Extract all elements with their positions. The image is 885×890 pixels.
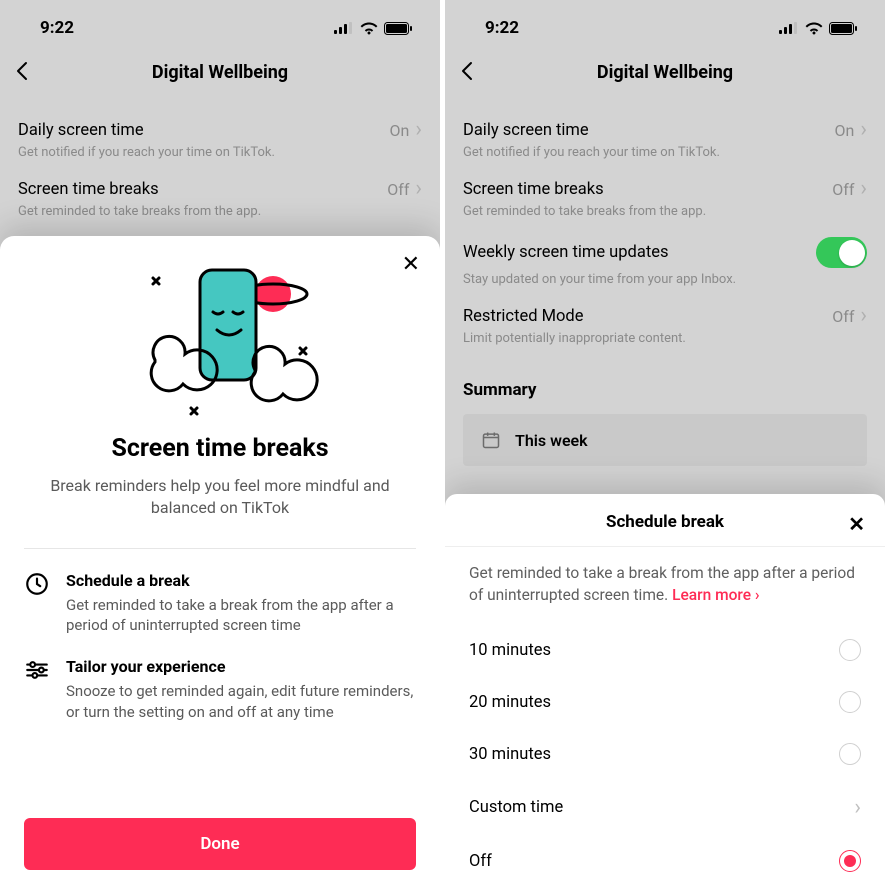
feature-schedule-break: Schedule a break Get reminded to take a … bbox=[24, 571, 416, 636]
row-value: Off bbox=[832, 180, 854, 199]
option-label: 30 minutes bbox=[469, 745, 551, 764]
summary-heading: Summary bbox=[445, 346, 885, 408]
radio-unchecked-icon bbox=[839, 691, 861, 713]
row-subtitle: Stay updated on your time from your app … bbox=[463, 272, 867, 287]
modal-schedule-break: Schedule break ✕ Get reminded to take a … bbox=[445, 494, 885, 890]
wifi-icon bbox=[805, 22, 823, 35]
option-label: 10 minutes bbox=[469, 641, 551, 660]
setting-screen-time-breaks[interactable]: Screen time breaks Off › Get reminded to … bbox=[0, 160, 440, 219]
screen-left: 9:22 Digital Wellbeing Daily screen time… bbox=[0, 0, 440, 890]
chevron-left-icon bbox=[461, 61, 473, 81]
close-button[interactable]: ✕ bbox=[848, 512, 865, 536]
chevron-right-icon: › bbox=[854, 795, 861, 820]
feature-title: Tailor your experience bbox=[66, 657, 416, 676]
setting-weekly-updates[interactable]: Weekly screen time updates Stay updated … bbox=[445, 219, 885, 287]
row-label: Daily screen time bbox=[463, 121, 589, 140]
option-off[interactable]: Off bbox=[445, 835, 885, 887]
nav-header: Digital Wellbeing bbox=[445, 44, 885, 101]
wifi-icon bbox=[360, 22, 378, 35]
battery-icon bbox=[384, 22, 412, 35]
battery-icon bbox=[829, 22, 857, 35]
row-value: On bbox=[390, 121, 410, 140]
option-10-minutes[interactable]: 10 minutes bbox=[445, 624, 885, 676]
done-button[interactable]: Done bbox=[24, 818, 416, 870]
chevron-right-icon: › bbox=[860, 305, 867, 327]
chevron-right-icon: › bbox=[860, 119, 867, 141]
chevron-right-icon: › bbox=[415, 119, 422, 141]
back-button[interactable] bbox=[461, 60, 473, 86]
close-button[interactable]: ✕ bbox=[402, 252, 420, 277]
screen-right: 9:22 Digital Wellbeing Daily screen time… bbox=[445, 0, 885, 890]
row-subtitle: Get notified if you reach your time on T… bbox=[463, 145, 867, 160]
setting-daily-screen-time[interactable]: Daily screen time On › Get notified if yo… bbox=[445, 101, 885, 160]
page-title: Digital Wellbeing bbox=[597, 62, 733, 83]
modal-subtitle: Break reminders help you feel more mindf… bbox=[24, 475, 416, 520]
row-label: Screen time breaks bbox=[18, 180, 159, 199]
modal-title: Screen time breaks bbox=[24, 434, 416, 463]
option-label: Custom time bbox=[469, 798, 563, 817]
modal-title: Schedule break bbox=[606, 512, 724, 532]
status-icons bbox=[779, 22, 857, 35]
radio-unchecked-icon bbox=[839, 639, 861, 661]
status-icons bbox=[334, 22, 412, 35]
sliders-icon bbox=[24, 657, 50, 722]
divider bbox=[24, 548, 416, 549]
chevron-left-icon bbox=[16, 61, 28, 81]
setting-screen-time-breaks[interactable]: Screen time breaks Off › Get reminded to … bbox=[445, 160, 885, 219]
status-time: 9:22 bbox=[485, 18, 519, 38]
calendar-icon bbox=[481, 430, 501, 450]
cellular-icon bbox=[779, 22, 799, 34]
status-bar: 9:22 bbox=[445, 0, 885, 44]
row-label: Screen time breaks bbox=[463, 180, 604, 199]
page-title: Digital Wellbeing bbox=[152, 62, 288, 83]
cellular-icon bbox=[334, 22, 354, 34]
chevron-right-icon: › bbox=[415, 178, 422, 200]
row-subtitle: Get reminded to take breaks from the app… bbox=[18, 204, 422, 219]
option-label: 20 minutes bbox=[469, 693, 551, 712]
row-subtitle: Get reminded to take breaks from the app… bbox=[463, 204, 867, 219]
setting-daily-screen-time[interactable]: Daily screen time On › Get notified if yo… bbox=[0, 101, 440, 160]
setting-restricted-mode[interactable]: Restricted Mode Off › Limit potentially i… bbox=[445, 287, 885, 346]
nav-header: Digital Wellbeing bbox=[0, 44, 440, 101]
summary-label: This week bbox=[515, 431, 588, 450]
row-subtitle: Limit potentially inappropriate content. bbox=[463, 331, 867, 346]
back-button[interactable] bbox=[16, 60, 28, 86]
illustration-phone-relax bbox=[24, 260, 416, 420]
feature-title: Schedule a break bbox=[66, 571, 416, 590]
feature-body: Snooze to get reminded again, edit futur… bbox=[66, 681, 416, 722]
learn-more-link[interactable]: Learn more › bbox=[672, 586, 759, 604]
clock-icon bbox=[24, 571, 50, 636]
row-label: Daily screen time bbox=[18, 121, 144, 140]
row-value: Off bbox=[387, 180, 409, 199]
option-30-minutes[interactable]: 30 minutes bbox=[445, 728, 885, 780]
row-value: Off bbox=[832, 307, 854, 326]
summary-this-week[interactable]: This week bbox=[463, 414, 867, 466]
radio-unchecked-icon bbox=[839, 743, 861, 765]
modal-description: Get reminded to take a break from the ap… bbox=[445, 547, 885, 624]
toggle-on[interactable] bbox=[816, 237, 867, 268]
chevron-right-icon: › bbox=[860, 178, 867, 200]
row-subtitle: Get notified if you reach your time on T… bbox=[18, 145, 422, 160]
row-value: On bbox=[835, 121, 855, 140]
row-label: Restricted Mode bbox=[463, 307, 584, 326]
option-custom-time[interactable]: Custom time › bbox=[445, 780, 885, 835]
option-label: Off bbox=[469, 852, 492, 871]
feature-tailor-experience: Tailor your experience Snooze to get rem… bbox=[24, 657, 416, 722]
radio-checked-icon bbox=[839, 850, 861, 872]
option-20-minutes[interactable]: 20 minutes bbox=[445, 676, 885, 728]
feature-body: Get reminded to take a break from the ap… bbox=[66, 595, 416, 636]
status-bar: 9:22 bbox=[0, 0, 440, 44]
row-label: Weekly screen time updates bbox=[463, 243, 669, 262]
modal-screen-time-breaks: ✕ Screen bbox=[0, 236, 440, 890]
status-time: 9:22 bbox=[40, 18, 74, 38]
